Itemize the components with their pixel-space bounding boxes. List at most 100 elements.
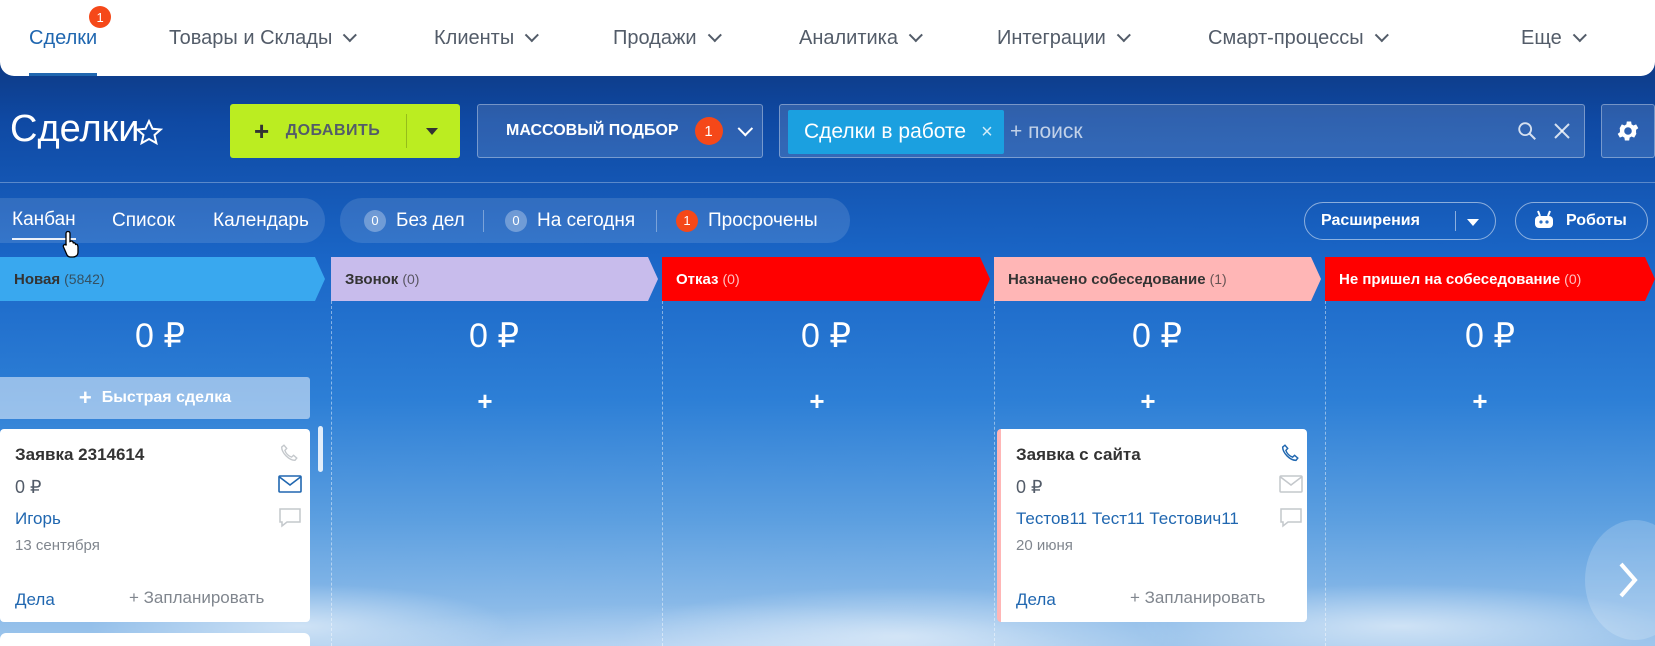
notification-badge: 1: [89, 6, 112, 28]
counter-label: Просрочены: [708, 209, 818, 231]
column-header-new[interactable]: Новая (5842): [0, 257, 325, 301]
column-sum: 0 ₽: [135, 317, 185, 355]
button-separator: [406, 114, 407, 148]
column-header-no-show[interactable]: Не пришел на собеседование (0): [1325, 257, 1655, 301]
button-separator: [1455, 211, 1456, 231]
nav-item-deals[interactable]: Сделки 1: [29, 0, 112, 76]
nav-item-integrations[interactable]: Интеграции: [997, 0, 1131, 76]
settings-button[interactable]: [1601, 104, 1655, 158]
deal-card[interactable]: Заявка 2314614 0 ₽ Игорь 13 сентября Дел…: [0, 429, 310, 622]
deal-tasks-link[interactable]: Дела: [1016, 590, 1056, 610]
chevron-right-icon: [1619, 562, 1638, 598]
scroll-right-button[interactable]: [1585, 520, 1655, 640]
view-tab-calendar[interactable]: Календарь: [213, 198, 309, 243]
nav-item-sales[interactable]: Продажи: [613, 0, 722, 76]
dropdown-arrow-icon[interactable]: [1467, 219, 1479, 226]
add-deal-button[interactable]: +: [657, 386, 977, 417]
nav-item-label: Смарт-процессы: [1208, 26, 1364, 49]
deal-card[interactable]: Заявка с сайта 0 ₽ Тестов11 Тест11 Тесто…: [997, 429, 1307, 622]
counter-overdue[interactable]: 1 Просрочены: [676, 198, 818, 243]
mass-selection-badge: 1: [694, 117, 723, 145]
add-button[interactable]: + ДОБАВИТЬ: [230, 104, 460, 158]
close-icon[interactable]: [1552, 121, 1572, 141]
counter-divider: [656, 210, 657, 232]
mass-selection-label: МАССОВЫЙ ПОДБОР: [506, 122, 679, 139]
filter-chip[interactable]: Сделки в работе ×: [788, 110, 1004, 154]
column-header-interview-scheduled[interactable]: Назначено собеседование (1): [994, 257, 1321, 301]
chevron-down-icon: [1374, 28, 1389, 43]
counter-value: 0: [364, 209, 386, 232]
view-tab-label: Календарь: [213, 209, 309, 231]
column-name: Звонок: [345, 270, 399, 288]
nav-item-clients[interactable]: Клиенты: [434, 0, 540, 76]
column-header-rejected[interactable]: Отказ (0): [662, 257, 990, 301]
view-tab-label: Список: [112, 209, 176, 231]
extensions-button[interactable]: Расширения: [1304, 202, 1496, 240]
dropdown-arrow-icon[interactable]: [426, 128, 438, 135]
column-divider: [662, 301, 663, 646]
column-scrollbar[interactable]: [318, 426, 323, 472]
chat-icon[interactable]: [1279, 507, 1303, 529]
extensions-label: Расширения: [1321, 212, 1420, 229]
deal-contact[interactable]: Игорь: [15, 509, 61, 529]
deal-plan-link[interactable]: + Запланировать: [1130, 588, 1265, 608]
chevron-down-icon: [524, 28, 540, 43]
deal-plan-link[interactable]: + Запланировать: [129, 588, 264, 608]
phone-icon[interactable]: [1279, 442, 1301, 464]
phone-icon[interactable]: [278, 442, 300, 464]
counter-today[interactable]: 0 На сегодня: [505, 198, 635, 243]
column-header-call[interactable]: Звонок (0): [331, 257, 658, 301]
deal-date: 13 сентября: [15, 537, 100, 554]
column-name: Новая: [14, 270, 61, 288]
deal-title[interactable]: Заявка с сайта: [1016, 445, 1141, 465]
nav-item-smart-processes[interactable]: Смарт-процессы: [1208, 0, 1389, 76]
mass-selection-button[interactable]: МАССОВЫЙ ПОДБОР 1: [477, 104, 763, 158]
header-divider: [0, 182, 1655, 183]
robots-button[interactable]: Роботы: [1515, 202, 1648, 240]
chevron-down-icon: [737, 120, 753, 136]
view-tab-list[interactable]: Список: [112, 198, 175, 243]
filter-chip-label: Сделки в работе: [804, 120, 967, 143]
quick-deal-button[interactable]: + Быстрая сделка: [0, 377, 310, 419]
counter-label: Без дел: [396, 209, 465, 231]
column-count: (5842): [64, 271, 105, 287]
column-count: (0): [402, 271, 420, 287]
add-deal-button[interactable]: +: [988, 386, 1308, 417]
close-icon[interactable]: ×: [972, 110, 1002, 154]
gear-icon: [1617, 121, 1639, 141]
search-icon[interactable]: [1516, 120, 1538, 142]
column-sum: 0 ₽: [801, 317, 851, 355]
column-count: (1): [1209, 271, 1227, 287]
chevron-down-icon: [707, 28, 722, 43]
deal-card-partial[interactable]: [0, 633, 310, 646]
view-tab-label: Канбан: [12, 209, 76, 230]
add-deal-button[interactable]: +: [1320, 386, 1640, 417]
mail-icon[interactable]: [1279, 475, 1303, 493]
search-input[interactable]: [1010, 110, 1490, 154]
counter-no-tasks[interactable]: 0 Без дел: [364, 198, 465, 243]
robots-label: Роботы: [1566, 212, 1627, 229]
star-icon[interactable]: [134, 118, 164, 148]
mail-icon[interactable]: [278, 475, 302, 493]
nav-item-more[interactable]: Еще: [1521, 0, 1587, 76]
nav-item-analytics[interactable]: Аналитика: [799, 0, 923, 76]
deal-contact[interactable]: Тестов11 Тест11 Тестович11: [1016, 509, 1239, 529]
column-name: Назначено собеседование: [1008, 270, 1206, 288]
page-title: Сделки: [10, 108, 140, 150]
deal-tasks-link[interactable]: Дела: [15, 590, 55, 610]
add-button-label: ДОБАВИТЬ: [285, 122, 381, 139]
search-filter-box[interactable]: Сделки в работе ×: [779, 104, 1585, 158]
column-sum: 0 ₽: [1132, 317, 1182, 355]
nav-item-label: Аналитика: [799, 26, 898, 49]
quick-deal-label: Быстрая сделка: [101, 389, 232, 406]
column-name: Не пришел на собеседование: [1339, 270, 1561, 288]
chat-icon[interactable]: [278, 507, 302, 529]
chevron-down-icon: [908, 28, 923, 43]
top-navigation: Сделки 1 Товары и Склады Клиенты Продажи…: [0, 0, 1655, 76]
deal-title[interactable]: Заявка 2314614: [15, 445, 144, 465]
add-deal-button[interactable]: +: [325, 386, 645, 417]
view-switcher: Канбан Список Календарь: [0, 198, 325, 243]
nav-item-products[interactable]: Товары и Склады: [169, 0, 358, 76]
hand-cursor-icon: [62, 230, 79, 258]
chevron-down-icon: [343, 28, 358, 43]
